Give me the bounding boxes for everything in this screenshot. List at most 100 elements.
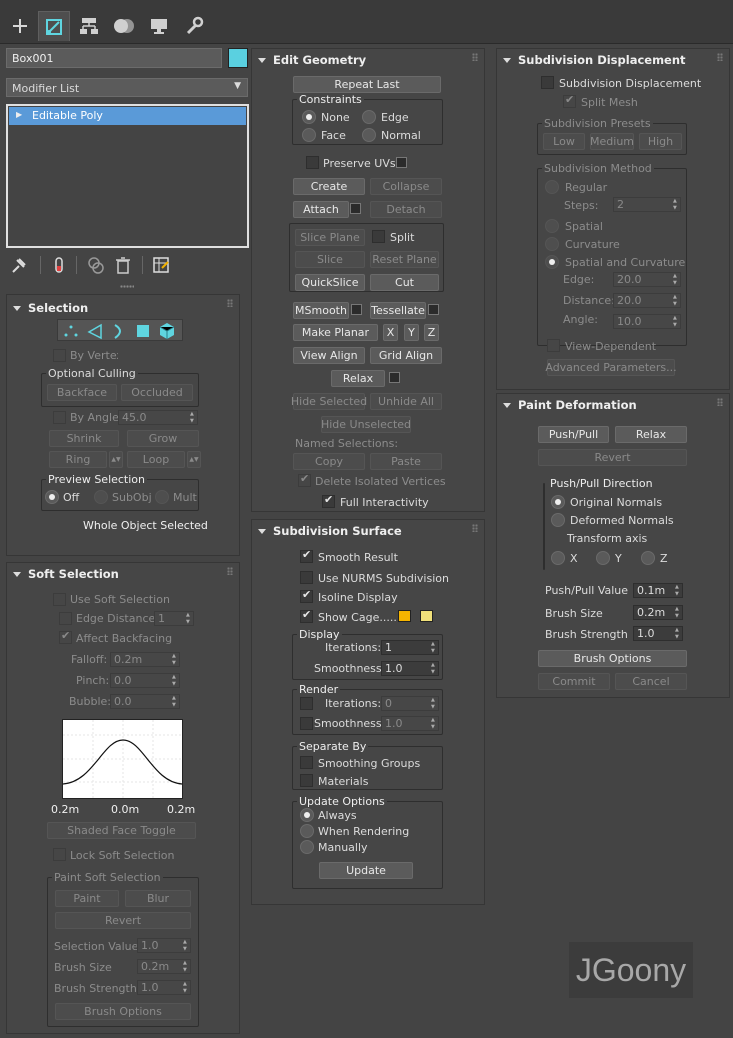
steps-spinner[interactable]: 2: [613, 197, 681, 212]
render-smoothness-checkbox[interactable]: [300, 717, 313, 730]
smoothing-groups-checkbox[interactable]: [300, 756, 313, 769]
loop-button[interactable]: Loop: [127, 451, 185, 468]
cage-selection-color-swatch[interactable]: [420, 610, 433, 622]
preserve-uvs-settings-icon[interactable]: [396, 157, 407, 168]
bubble-spinner[interactable]: 0.0: [110, 694, 180, 709]
isoline-display-checkbox[interactable]: [300, 588, 313, 603]
make-planar-button[interactable]: Make Planar: [293, 324, 378, 341]
stack-item-editable-poly[interactable]: ▶ Editable Poly: [9, 107, 246, 125]
grow-button[interactable]: Grow: [127, 430, 199, 447]
grid-align-button[interactable]: Grid Align: [370, 347, 442, 364]
slice-button[interactable]: Slice: [295, 251, 365, 268]
edge-distance-spinner[interactable]: 1: [154, 611, 194, 626]
render-iterations-spinner[interactable]: 0: [381, 696, 439, 711]
cut-button[interactable]: Cut: [370, 274, 439, 291]
remove-modifier-icon[interactable]: [114, 256, 132, 277]
loop-spinner[interactable]: ▲▼: [187, 451, 201, 468]
modifier-stack[interactable]: ▶ Editable Poly: [6, 104, 249, 248]
use-nurms-checkbox[interactable]: [300, 571, 313, 584]
full-interactivity-checkbox[interactable]: [322, 493, 335, 508]
preview-off-radio[interactable]: [45, 490, 59, 504]
distance-spinner[interactable]: 20.0: [613, 293, 681, 308]
pinch-spinner[interactable]: 0.0: [110, 673, 180, 688]
axis-x-radio[interactable]: [551, 551, 565, 565]
brush-size-spinner[interactable]: 0.2m: [633, 605, 683, 620]
rollout-grip[interactable]: [227, 567, 233, 575]
advanced-parameters-button[interactable]: Advanced Parameters...: [545, 359, 677, 376]
view-dependent-checkbox[interactable]: [547, 339, 560, 352]
method-spatial-curvature-radio[interactable]: [545, 255, 559, 269]
attach-settings-icon[interactable]: [350, 203, 361, 214]
preview-multi-radio[interactable]: [155, 490, 169, 504]
object-name-field[interactable]: Box001: [6, 48, 222, 68]
rollout-header[interactable]: Paint Deformation: [503, 396, 637, 414]
unhide-all-button[interactable]: Unhide All: [370, 393, 442, 410]
paint-button[interactable]: Paint: [55, 890, 119, 907]
preset-low-button[interactable]: Low: [543, 133, 585, 150]
object-color-swatch[interactable]: [228, 48, 248, 68]
pin-stack-icon[interactable]: [10, 256, 28, 277]
view-align-button[interactable]: View Align: [293, 347, 365, 364]
update-button[interactable]: Update: [319, 862, 413, 879]
rollout-grip[interactable]: [717, 53, 723, 61]
hierarchy-icon[interactable]: [73, 11, 105, 41]
rollout-header[interactable]: Subdivision Surface: [258, 522, 402, 540]
relax-button[interactable]: Relax: [331, 370, 385, 387]
create-button[interactable]: Create: [293, 178, 365, 195]
copy-button[interactable]: Copy: [293, 453, 365, 470]
axis-y-radio[interactable]: [596, 551, 610, 565]
preserve-uvs-checkbox[interactable]: [306, 156, 319, 169]
falloff-spinner[interactable]: 0.2m: [110, 652, 180, 667]
update-manually-radio[interactable]: [300, 840, 314, 854]
selection-value-spinner[interactable]: 1.0: [137, 938, 191, 953]
create-icon[interactable]: [4, 11, 36, 41]
affect-backfacing-checkbox[interactable]: [59, 629, 72, 644]
motion-icon[interactable]: [108, 11, 140, 41]
show-end-result-icon[interactable]: [50, 256, 68, 277]
constraint-face-radio[interactable]: [302, 128, 316, 142]
tessellate-settings-icon[interactable]: [428, 304, 439, 315]
configure-modifier-sets-icon[interactable]: [152, 256, 170, 277]
relax-settings-icon[interactable]: [389, 372, 400, 383]
rollout-grip[interactable]: [227, 299, 233, 307]
rollout-grip[interactable]: [472, 524, 478, 532]
make-unique-icon[interactable]: [86, 256, 106, 277]
method-regular-radio[interactable]: [545, 180, 559, 194]
split-mesh-checkbox[interactable]: [563, 93, 576, 108]
push-pull-value-spinner[interactable]: 0.1m: [633, 583, 683, 598]
vertex-icon[interactable]: [62, 322, 80, 343]
planar-y-button[interactable]: Y: [404, 324, 419, 341]
repeat-last-button[interactable]: Repeat Last: [293, 76, 441, 93]
occluded-button[interactable]: Occluded: [121, 384, 193, 401]
ring-spinner[interactable]: ▲▼: [109, 451, 123, 468]
render-iterations-checkbox[interactable]: [300, 697, 313, 710]
utilities-icon[interactable]: [178, 11, 210, 41]
splitter-handle[interactable]: [120, 285, 134, 288]
collapse-button[interactable]: Collapse: [370, 178, 442, 195]
cancel-button[interactable]: Cancel: [615, 673, 687, 690]
constraint-edge-radio[interactable]: [362, 110, 376, 124]
reset-plane-button[interactable]: Reset Plane: [370, 251, 439, 268]
msmooth-button[interactable]: MSmooth: [293, 302, 349, 319]
shaded-face-toggle-button[interactable]: Shaded Face Toggle: [47, 822, 196, 839]
preset-high-button[interactable]: High: [639, 133, 682, 150]
display-icon[interactable]: [143, 11, 175, 41]
render-smoothness-spinner[interactable]: 1.0: [381, 716, 439, 731]
method-spatial-radio[interactable]: [545, 219, 559, 233]
border-icon[interactable]: [110, 322, 128, 343]
cage-color-swatch[interactable]: [398, 610, 411, 622]
rollout-header[interactable]: Selection: [13, 299, 88, 317]
relax-button[interactable]: Relax: [615, 426, 687, 443]
detach-button[interactable]: Detach: [370, 201, 442, 218]
update-always-radio[interactable]: [300, 808, 314, 822]
smoothness-spinner[interactable]: 1.0: [381, 661, 439, 676]
split-checkbox[interactable]: [372, 230, 385, 243]
constraint-none-radio[interactable]: [302, 110, 316, 124]
revert-button[interactable]: Revert: [55, 912, 191, 929]
paste-button[interactable]: Paste: [370, 453, 442, 470]
by-angle-spinner[interactable]: 45.0: [118, 410, 198, 425]
angle-spinner[interactable]: 10.0: [613, 314, 681, 329]
rollout-grip[interactable]: [717, 398, 723, 406]
use-soft-selection-checkbox[interactable]: [53, 593, 66, 606]
update-when-rendering-radio[interactable]: [300, 824, 314, 838]
